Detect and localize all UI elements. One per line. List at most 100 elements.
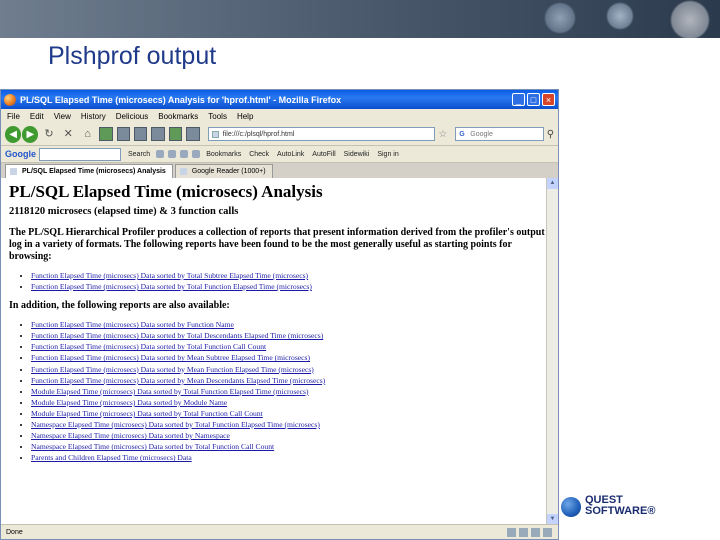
summary-line: 2118120 microsecs (elapsed time) & 3 fun… [9, 206, 239, 217]
report-link[interactable]: Function Elapsed Time (microsecs) Data s… [31, 376, 325, 385]
bookmark-star-icon[interactable]: ☆ [438, 129, 447, 140]
toolbar-addon-icon[interactable] [151, 127, 165, 141]
report-link[interactable]: Function Elapsed Time (microsecs) Data s… [31, 331, 323, 340]
report-link[interactable]: Function Elapsed Time (microsecs) Data s… [31, 353, 310, 362]
browser-window: PL/SQL Elapsed Time (microsecs) Analysis… [0, 89, 559, 540]
toolbar-addon-icon[interactable] [186, 127, 200, 141]
list-item: Module Elapsed Time (microsecs) Data sor… [31, 408, 547, 419]
menu-bar: File Edit View History Delicious Bookmar… [1, 109, 558, 123]
report-link[interactable]: Function Elapsed Time (microsecs) Data s… [31, 271, 308, 280]
minimize-button[interactable]: _ [512, 93, 525, 106]
google-toolbar: Google Search Bookmarks Check AutoLink A… [1, 146, 558, 163]
tab-google-reader[interactable]: Google Reader (1000+) [174, 164, 273, 179]
report-link[interactable]: Module Elapsed Time (microsecs) Data sor… [31, 387, 309, 396]
reload-icon[interactable]: ↻ [41, 126, 56, 142]
addon-status-icon[interactable] [507, 528, 516, 537]
list-item: Module Elapsed Time (microsecs) Data sor… [31, 397, 547, 408]
tab-plsql-analysis[interactable]: PL/SQL Elapsed Time (microsecs) Analysis [5, 164, 173, 179]
back-button[interactable]: ◀ [5, 125, 22, 143]
slide-header-banner [0, 0, 720, 38]
menu-tools[interactable]: Tools [208, 112, 227, 121]
google-logo: Google [5, 149, 36, 159]
status-bar: Done [1, 524, 558, 539]
primary-report-list: Function Elapsed Time (microsecs) Data s… [9, 270, 547, 292]
list-item: Function Elapsed Time (microsecs) Data s… [31, 319, 547, 330]
menu-bookmarks[interactable]: Bookmarks [158, 112, 198, 121]
report-link[interactable]: Function Elapsed Time (microsecs) Data s… [31, 320, 234, 329]
close-button[interactable]: × [542, 93, 555, 106]
list-item: Function Elapsed Time (microsecs) Data s… [31, 341, 547, 352]
menu-file[interactable]: File [7, 112, 20, 121]
toolbar-addon-icon[interactable] [180, 150, 189, 158]
report-link[interactable]: Function Elapsed Time (microsecs) Data s… [31, 365, 314, 374]
report-link[interactable]: Module Elapsed Time (microsecs) Data sor… [31, 398, 227, 407]
quest-software-logo: QUEST SOFTWARE® [561, 495, 720, 519]
report-link[interactable]: Function Elapsed Time (microsecs) Data s… [31, 282, 312, 291]
navigation-toolbar: ◀ ▶ ↻ ✕ ⌂ file:///c:/plsql/hprof.html ☆ … [1, 123, 558, 146]
toolbar-addon-icon[interactable] [134, 127, 148, 141]
list-item: Function Elapsed Time (microsecs) Data s… [31, 364, 547, 375]
forward-button[interactable]: ▶ [22, 125, 39, 143]
logo-text: QUEST SOFTWARE® [585, 495, 655, 517]
google-check-button[interactable]: Check [249, 151, 269, 158]
addon-status-icon[interactable] [543, 528, 552, 537]
search-input[interactable]: Google [455, 127, 544, 142]
menu-edit[interactable]: Edit [30, 112, 44, 121]
quest-logo-icon [561, 497, 581, 517]
stop-icon[interactable]: ✕ [61, 126, 76, 142]
toolbar-addon-icon[interactable] [99, 127, 113, 141]
report-link[interactable]: Function Elapsed Time (microsecs) Data s… [31, 342, 266, 351]
google-autolink-button[interactable]: AutoLink [277, 151, 304, 158]
scroll-up-arrow-icon[interactable]: ▲ [547, 178, 558, 189]
google-search-input[interactable] [39, 147, 121, 161]
search-icon[interactable]: ⚲ [547, 129, 554, 140]
report-link[interactable]: Namespace Elapsed Time (microsecs) Data … [31, 442, 274, 451]
toolbar-addon-icon[interactable] [192, 150, 201, 158]
home-icon[interactable]: ⌂ [80, 126, 95, 142]
menu-view[interactable]: View [54, 112, 71, 121]
list-item: Namespace Elapsed Time (microsecs) Data … [31, 419, 547, 430]
list-item: Function Elapsed Time (microsecs) Data s… [31, 375, 547, 386]
toolbar-addon-icon[interactable] [156, 150, 165, 158]
google-signin-button[interactable]: Sign in [377, 151, 398, 158]
menu-help[interactable]: Help [237, 112, 253, 121]
report-link[interactable]: Namespace Elapsed Time (microsecs) Data … [31, 431, 230, 440]
additional-heading: In addition, the following reports are a… [9, 300, 230, 312]
google-sidewiki-button[interactable]: Sidewiki [344, 151, 370, 158]
maximize-button[interactable]: □ [527, 93, 540, 106]
report-link[interactable]: Parents and Children Elapsed Time (micro… [31, 453, 192, 462]
list-item: Namespace Elapsed Time (microsecs) Data … [31, 441, 547, 452]
addon-status-icon[interactable] [531, 528, 540, 537]
header-decoration [520, 0, 720, 38]
list-item: Function Elapsed Time (microsecs) Data s… [31, 281, 547, 292]
menu-delicious[interactable]: Delicious [116, 112, 148, 121]
list-item: Parents and Children Elapsed Time (micro… [31, 452, 547, 463]
firefox-icon [4, 93, 16, 106]
menu-history[interactable]: History [81, 112, 106, 121]
google-bookmarks-button[interactable]: Bookmarks [206, 151, 241, 158]
window-titlebar: PL/SQL Elapsed Time (microsecs) Analysis… [1, 90, 558, 109]
toolbar-addon-icon[interactable] [168, 150, 177, 158]
logo-line-2: SOFTWARE® [585, 505, 656, 517]
list-item: Namespace Elapsed Time (microsecs) Data … [31, 430, 547, 441]
toolbar-addon-icon[interactable] [116, 127, 131, 141]
google-search-button[interactable]: Search [128, 151, 150, 158]
report-link[interactable]: Module Elapsed Time (microsecs) Data sor… [31, 409, 263, 418]
list-item: Function Elapsed Time (microsecs) Data s… [31, 270, 547, 281]
list-item: Function Elapsed Time (microsecs) Data s… [31, 330, 547, 341]
page-content: PL/SQL Elapsed Time (microsecs) Analysis… [1, 178, 547, 525]
toolbar-addon-icon[interactable] [168, 127, 183, 141]
google-autofill-button[interactable]: AutoFill [312, 151, 335, 158]
tab-bar: PL/SQL Elapsed Time (microsecs) Analysis… [1, 163, 558, 179]
list-item: Module Elapsed Time (microsecs) Data sor… [31, 386, 547, 397]
addon-status-icon[interactable] [519, 528, 528, 537]
slide-title: Plshprof output [48, 42, 217, 70]
intro-paragraph: The PL/SQL Hierarchical Profiler produce… [9, 227, 545, 262]
page-heading: PL/SQL Elapsed Time (microsecs) Analysis [9, 182, 323, 201]
report-link[interactable]: Namespace Elapsed Time (microsecs) Data … [31, 420, 320, 429]
list-item: Function Elapsed Time (microsecs) Data s… [31, 352, 547, 363]
vertical-scrollbar[interactable]: ▲ ▼ [546, 178, 558, 525]
address-bar[interactable]: file:///c:/plsql/hprof.html [207, 127, 436, 141]
window-title: PL/SQL Elapsed Time (microsecs) Analysis… [20, 94, 342, 105]
status-icons [504, 528, 552, 537]
